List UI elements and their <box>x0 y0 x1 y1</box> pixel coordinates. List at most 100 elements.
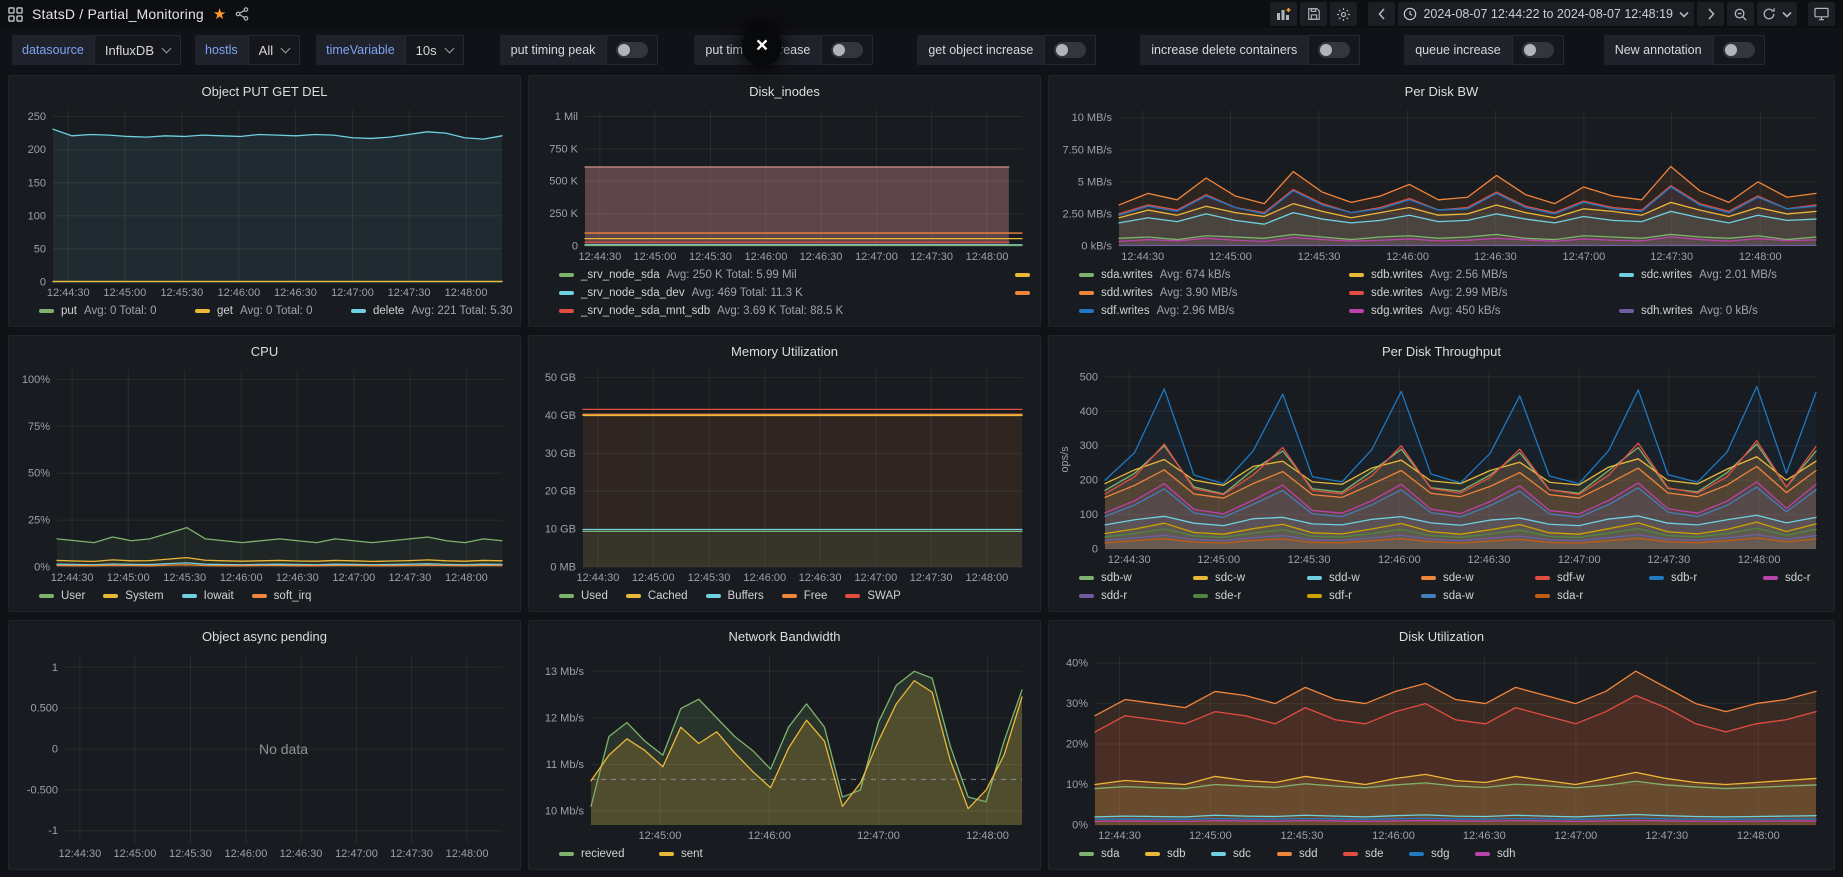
legend-item-sent[interactable]: sent <box>659 848 703 860</box>
panel-title[interactable]: Per Disk BW <box>1057 80 1826 103</box>
svg-text:ops/s: ops/s <box>1059 446 1071 473</box>
panel-per-disk-bw: Per Disk BW 0 kB/s 2.50 MB/s 5 MB/s 7.50 MB… <box>1048 75 1835 327</box>
svg-text:12:48:00: 12:48:00 <box>1738 554 1781 566</box>
legend-item-sde[interactable]: sde <box>1343 848 1391 860</box>
legend-item-sda.writes[interactable]: sda.writes Avg: 674 kB/s <box>1079 269 1331 281</box>
legend-item-SWAP[interactable]: SWAP <box>845 590 901 602</box>
legend-item-Free[interactable]: Free <box>781 590 827 602</box>
panel-title[interactable]: Per Disk Throughput <box>1057 340 1826 363</box>
legend-item-Used[interactable]: Used <box>559 590 608 602</box>
legend-item-sdf-r[interactable]: sdf-r <box>1307 590 1403 602</box>
svg-text:12:45:00: 12:45:00 <box>103 287 146 299</box>
legend-item-sda[interactable]: sda <box>1079 848 1127 860</box>
legend-item-System[interactable]: System <box>103 590 164 602</box>
legend-item-sdc-r[interactable]: sdc-r <box>1763 572 1811 584</box>
chart-svg: -1 -0.500 0 0.500 1 12:44:30 12:45:00 12:45:30 1… <box>27 655 502 860</box>
legend-item-sde-w[interactable]: sde-w <box>1421 572 1517 584</box>
legend-item-soft_irq[interactable]: soft_irq <box>251 590 311 602</box>
chart-object-put-get-del[interactable]: 0 50 100 150 200 250 12:44:30 12:45:00 12:45:30 1… <box>17 103 512 301</box>
legend-item-sde-r[interactable]: sde-r <box>1193 590 1289 602</box>
legend-item-sdc-w[interactable]: sdc-w <box>1193 572 1289 584</box>
variable-timevariable-select[interactable]: 10s <box>404 35 464 65</box>
panel-title[interactable]: Disk Utilization <box>1057 625 1826 648</box>
legend-item-sdh.writes[interactable]: sdh.writes Avg: 0 kB/s <box>1619 305 1758 317</box>
legend-item-sdh[interactable]: sdh <box>1475 848 1516 860</box>
panel-title[interactable]: Object PUT GET DEL <box>17 80 512 103</box>
chart-memory-utilization[interactable]: 0 MB 10 GB 20 GB 30 GB 40 GB 50 GB 12:44:30 12:… <box>537 363 1032 586</box>
breadcrumb[interactable]: StatsD / Partial_Monitoring <box>32 6 204 22</box>
time-range-picker[interactable]: 2024-08-07 12:44:22 to 2024-08-07 12:48:… <box>1398 2 1694 26</box>
legend-swatch <box>1079 594 1094 598</box>
refresh-button[interactable] <box>1757 2 1797 26</box>
legend-item-sdg.writes[interactable]: sdg.writes Avg: 450 kB/s <box>1349 305 1601 317</box>
toggle-switch[interactable] <box>1511 35 1564 65</box>
toggle-label: increase delete containers <box>1140 35 1309 65</box>
chart-cpu[interactable]: 0% 25% 50% 75% 100% 12:44:30 12:45:00 12:45:30 1… <box>17 363 512 586</box>
variable-hostls-select[interactable]: All <box>247 35 301 65</box>
legend-item-put[interactable]: put Avg: 0 Total: 0 <box>39 305 177 317</box>
save-dashboard-button[interactable] <box>1300 2 1328 26</box>
panel-title[interactable]: Disk_inodes <box>537 80 1032 103</box>
time-range-back-button[interactable] <box>1368 2 1396 26</box>
legend-item-User[interactable]: User <box>39 590 85 602</box>
variable-datasource-select[interactable]: InfluxDB <box>93 35 181 65</box>
svg-text:300: 300 <box>1080 440 1098 452</box>
legend-item-sdf.writes[interactable]: sdf.writes Avg: 2.96 MB/s <box>1079 305 1331 317</box>
legend-item-get[interactable]: get Avg: 0 Total: 0 <box>195 305 333 317</box>
legend-item-Buffers[interactable]: Buffers <box>705 590 764 602</box>
chart-per-disk-throughput[interactable]: 0 100 200 300 400 500 12:44:30 12:45:00 12:45:30… <box>1057 363 1826 568</box>
legend-item-delete[interactable]: deleteAvg: 221 Total: 5.30 K <box>351 305 512 317</box>
toggle-switch[interactable] <box>606 35 659 65</box>
toggle-switch[interactable] <box>1044 35 1097 65</box>
panel-title[interactable]: CPU <box>17 340 512 363</box>
legend-item-sdg[interactable]: sdg <box>1409 848 1457 860</box>
toggle-switch[interactable] <box>821 35 874 65</box>
legend-item-sda-w[interactable]: sda-w <box>1421 590 1517 602</box>
kiosk-mode-button[interactable] <box>1808 2 1835 26</box>
legend-item-recieved[interactable]: recieved <box>559 848 641 860</box>
dashboard-settings-button[interactable] <box>1330 2 1358 26</box>
toggle-switch[interactable] <box>1712 35 1765 65</box>
chart-per-disk-bw[interactable]: 0 kB/s 2.50 MB/s 5 MB/s 7.50 MB/s 10 MB/s 12:… <box>1057 103 1826 265</box>
legend-item-_srv_node_sda[interactable]: _srv_node_sda Avg: 250 K Total: 5.99 Mil <box>559 269 997 281</box>
close-overlay-button[interactable]: × <box>742 26 782 66</box>
legend-item-_srv_node_sda_boot[interactable]: _srv_node_sda_bootAvg: 304 Total: 7.30 K <box>1015 269 1032 281</box>
toggle-switch[interactable] <box>1308 35 1361 65</box>
panel-title[interactable]: Memory Utilization <box>537 340 1032 363</box>
chart-disk-utilization[interactable]: 0% 10% 20% 30% 40% 12:44:30 12:45:00 12:45:30 12… <box>1057 648 1826 844</box>
legend-item-sda-r[interactable]: sda-r <box>1535 590 1583 602</box>
chart-network-bandwidth[interactable]: 10 Mb/s 11 Mb/s 12 Mb/s 13 Mb/s 12:45:00 12:4… <box>537 648 1032 844</box>
panel-title[interactable]: Object async pending <box>17 625 512 648</box>
legend-item-sdb-r[interactable]: sdb-r <box>1649 572 1745 584</box>
legend-item-sdd.writes[interactable]: sdd.writes Avg: 3.90 MB/s <box>1079 287 1331 299</box>
legend-item-sdc.writes[interactable]: sdc.writes Avg: 2.01 MB/s <box>1619 269 1777 281</box>
chart-disk-inodes[interactable]: 0 250 K 500 K 750 K 1 Mil 12:44:30 12:45:00 12:… <box>537 103 1032 265</box>
chart-object-async-pending[interactable]: -1 -0.500 0 0.500 1 12:44:30 12:45:00 12:45:30 1… <box>17 648 512 862</box>
panel-title[interactable]: Network Bandwidth <box>537 625 1032 648</box>
legend-item-_srv_node_sda_dev_shm[interactable]: _srv_node_sda_dev_shmAvg: 1 Total: 24 <box>1015 287 1032 299</box>
legend-item-sdc[interactable]: sdc <box>1211 848 1259 860</box>
legend-item-sdd-w[interactable]: sdd-w <box>1307 572 1403 584</box>
legend-item-_srv_node_sda_dev[interactable]: _srv_node_sda_dev Avg: 469 Total: 11.3 K <box>559 287 997 299</box>
legend-item-_srv_node_sda_mnt_sdb[interactable]: _srv_node_sda_mnt_sdb Avg: 3.69 K Total: … <box>559 305 843 317</box>
share-icon[interactable] <box>235 7 249 21</box>
svg-text:40%: 40% <box>1066 658 1088 670</box>
legend-item-Cached[interactable]: Cached <box>625 590 688 602</box>
zoom-out-time-button[interactable] <box>1727 2 1754 26</box>
legend-item-sde.writes[interactable]: sde.writes Avg: 2.99 MB/s <box>1349 287 1508 299</box>
add-panel-button[interactable] <box>1270 2 1298 26</box>
legend-item-sdb-w[interactable]: sdb-w <box>1079 572 1175 584</box>
legend-item-sdb.writes[interactable]: sdb.writes Avg: 2.56 MB/s <box>1349 269 1601 281</box>
legend-item-Iowait[interactable]: Iowait <box>181 590 234 602</box>
svg-text:12:44:30: 12:44:30 <box>577 572 620 584</box>
legend-network-bandwidth: recieved sent <box>537 844 1032 865</box>
legend-per-disk-bw: sda.writes Avg: 674 kB/s sdb.writes Avg: 2.… <box>1057 265 1826 322</box>
legend-item-sdf-w[interactable]: sdf-w <box>1535 572 1631 584</box>
legend-item-sdb[interactable]: sdb <box>1145 848 1193 860</box>
apps-grid-icon[interactable] <box>8 6 23 22</box>
time-range-forward-button[interactable] <box>1697 2 1724 26</box>
favorite-star-icon[interactable]: ★ <box>213 7 226 22</box>
legend-item-sdd-r[interactable]: sdd-r <box>1079 590 1175 602</box>
legend-item-sdd[interactable]: sdd <box>1277 848 1325 860</box>
legend-swatch <box>781 594 797 598</box>
